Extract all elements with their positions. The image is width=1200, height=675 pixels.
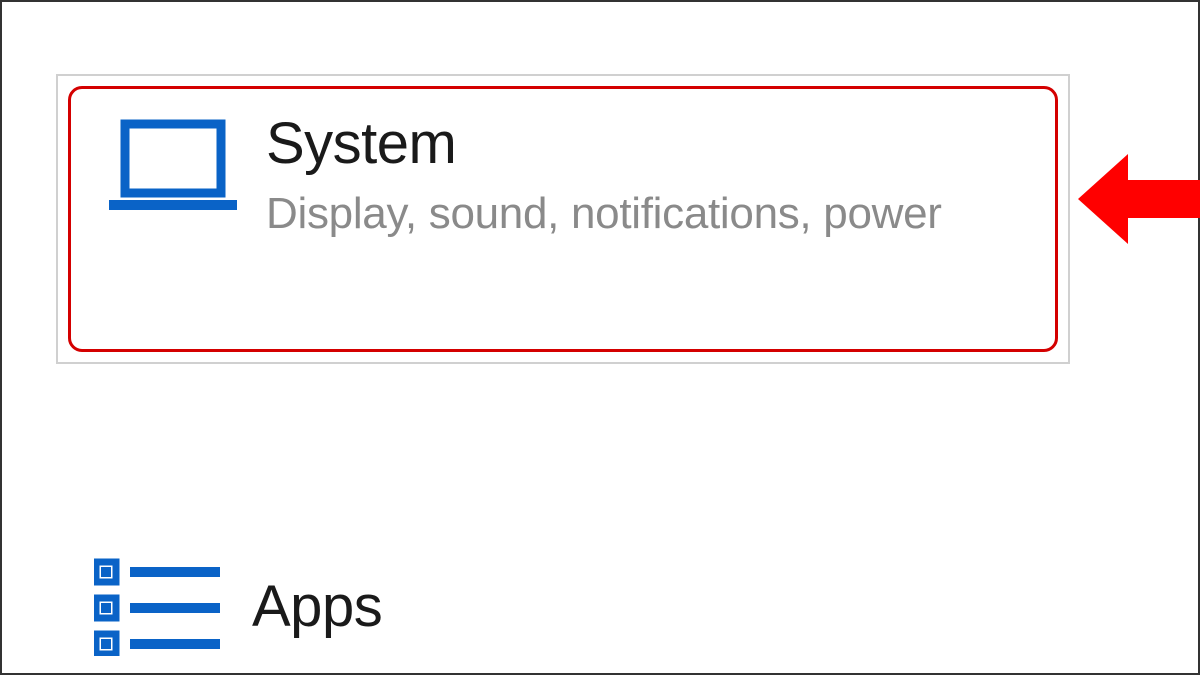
apps-settings-tile[interactable]: Apps [72,558,1072,656]
system-settings-tile[interactable]: System Display, sound, notifications, po… [58,76,1068,362]
laptop-icon [105,118,241,218]
annotation-arrow-icon [1078,150,1200,248]
system-tile-subtitle: Display, sound, notifications, power [266,186,942,241]
system-tile-title: System [266,112,942,176]
list-icon [94,558,220,656]
apps-tile-title: Apps [242,578,382,636]
settings-tile-frame: System Display, sound, notifications, po… [56,74,1070,364]
